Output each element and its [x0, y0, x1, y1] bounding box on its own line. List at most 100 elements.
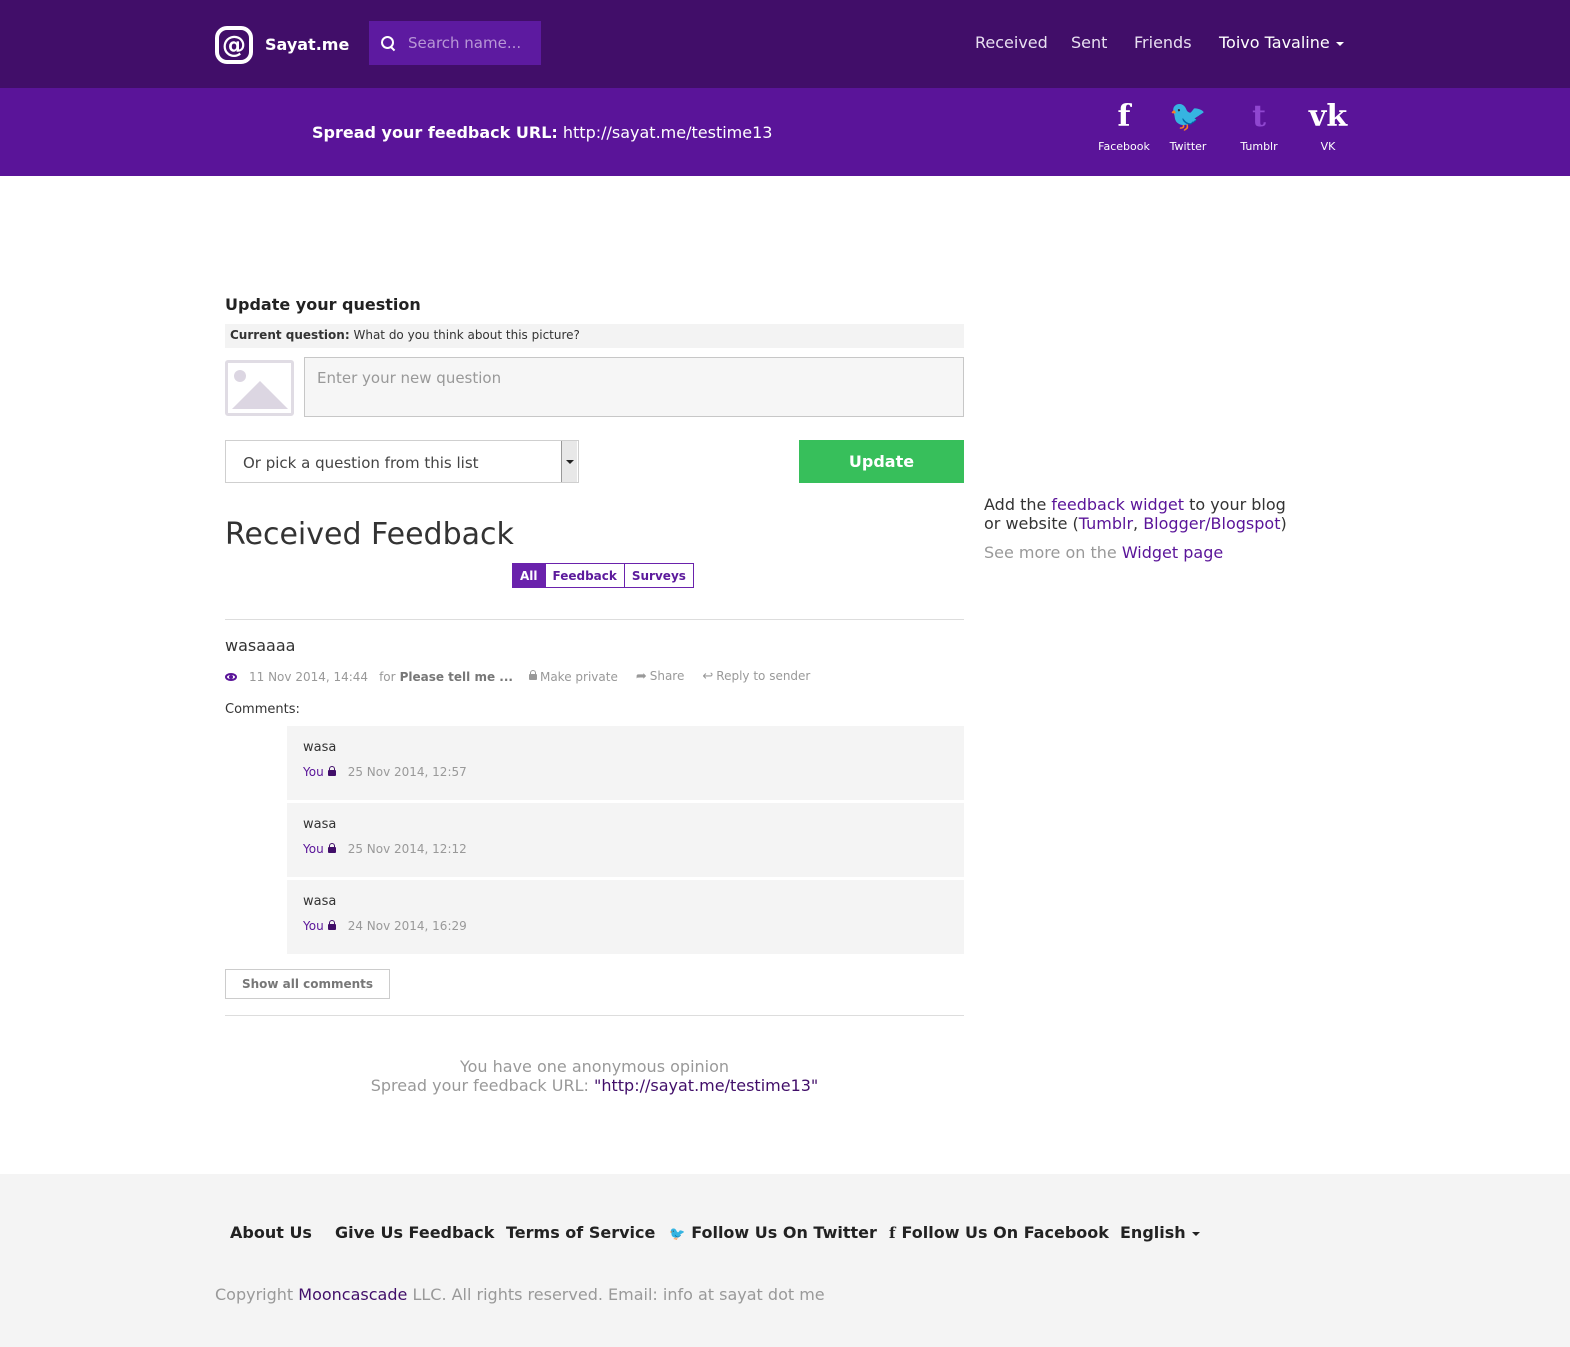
comment-text: wasa [303, 740, 337, 755]
feedback-date: 11 Nov 2014, 14:44 [249, 669, 369, 684]
lock-icon [528, 669, 537, 680]
footer-about-link[interactable]: About Us [230, 1223, 312, 1242]
widget-close-paren: ) [1280, 514, 1287, 533]
share-vk-label: VK [1320, 140, 1336, 153]
spread-url-text: Spread your feedback URL: "http://sayat.… [225, 1076, 964, 1095]
comment-date: 24 Nov 2014, 16:29 [347, 919, 467, 933]
divider [225, 1015, 964, 1016]
received-feedback-title: Received Feedback [225, 517, 514, 552]
comment-meta: You 25 Nov 2014, 12:12 [303, 842, 467, 856]
footer-give-feedback-link[interactable]: Give Us Feedback [335, 1223, 494, 1242]
comment-date: 25 Nov 2014, 12:12 [347, 842, 467, 856]
reply-link[interactable]: ↩ Reply to sender [702, 669, 810, 684]
divider [225, 619, 964, 620]
language-label: English [1120, 1223, 1186, 1242]
logo-text[interactable]: Sayat.me [265, 35, 349, 54]
current-question-label: Current question: [230, 328, 350, 342]
comment-author[interactable]: You [303, 919, 324, 933]
share-vk[interactable]: vk VK [1298, 100, 1358, 154]
comment-meta: You 25 Nov 2014, 12:57 [303, 765, 467, 779]
share-twitter[interactable]: 🐦 Twitter [1158, 100, 1218, 154]
copyright-suffix: LLC. All rights reserved. Email: info at… [412, 1285, 825, 1304]
footer-facebook-label: Follow Us On Facebook [901, 1223, 1109, 1242]
user-name: Toivo Tavaline [1219, 33, 1330, 52]
comment-author[interactable]: You [303, 842, 324, 856]
copyright: Copyright Mooncascade LLC. All rights re… [215, 1285, 825, 1304]
language-selector[interactable]: English [1120, 1223, 1200, 1242]
update-question-title: Update your question [225, 295, 421, 314]
comment-author[interactable]: You [303, 765, 324, 779]
facebook-icon: f [1117, 99, 1131, 134]
company-link[interactable]: Mooncascade [298, 1285, 407, 1304]
widget-comma: , [1133, 514, 1139, 533]
search-icon [381, 36, 395, 50]
reply-label: Reply to sender [716, 669, 811, 683]
question-select-label: Or pick a question from this list [243, 454, 479, 472]
feedback-widget-link[interactable]: feedback widget [1051, 495, 1184, 514]
feedback-meta: 11 Nov 2014, 14:44 for Please tell me ..… [225, 669, 810, 684]
question-select[interactable]: Or pick a question from this list [225, 440, 579, 483]
share-url-label: Spread your feedback URL: [312, 123, 558, 142]
share-twitter-label: Twitter [1169, 140, 1207, 153]
anonymous-opinion-text: You have one anonymous opinion [459, 1057, 730, 1076]
share-label: Share [649, 669, 685, 683]
current-question: Current question: What do you think abou… [225, 324, 964, 348]
twitter-icon: 🐦 [669, 1227, 686, 1242]
for-label: for [379, 669, 396, 684]
search-box [369, 21, 541, 65]
blogger-link[interactable]: Blogger/Blogspot [1143, 514, 1280, 533]
comment-text: wasa [303, 817, 337, 832]
footer-facebook-link[interactable]: f Follow Us On Facebook [889, 1223, 1109, 1242]
caret-down-icon [1335, 41, 1344, 46]
feedback-text: wasaaaa [225, 636, 296, 655]
eye-icon [225, 672, 237, 681]
share-facebook-label: Facebook [1098, 140, 1150, 153]
share-icon: ➦ [635, 669, 647, 684]
nav-received[interactable]: Received [975, 33, 1048, 52]
footer-twitter-link[interactable]: 🐦 Follow Us On Twitter [669, 1223, 877, 1242]
search-input[interactable] [408, 34, 538, 52]
spread-url-link[interactable]: "http://sayat.me/testime13" [594, 1076, 818, 1095]
question-image-icon[interactable] [225, 360, 294, 416]
select-arrow-icon [561, 441, 577, 482]
widget-add-text: Add the [984, 495, 1047, 514]
reply-icon: ↩ [702, 669, 714, 684]
share-tumblr[interactable]: t Tumblr [1229, 100, 1289, 154]
update-button[interactable]: Update [799, 440, 964, 483]
footer-tos-link[interactable]: Terms of Service [506, 1223, 655, 1242]
footer [0, 1174, 1570, 1347]
tumblr-link[interactable]: Tumblr [1079, 514, 1133, 533]
copyright-prefix: Copyright [215, 1285, 294, 1304]
widget-page-link[interactable]: Widget page [1122, 543, 1223, 562]
share-link[interactable]: ➦ Share [636, 669, 685, 684]
comment-meta: You 24 Nov 2014, 16:29 [303, 919, 467, 933]
share-facebook[interactable]: f Facebook [1094, 99, 1154, 154]
widget-page-promo: See more on the Widget page [984, 543, 1223, 562]
share-url-text: Spread your feedback URL: http://sayat.m… [312, 123, 772, 142]
sayat-logo-icon[interactable]: @ [215, 26, 253, 64]
facebook-icon: f [889, 1224, 896, 1242]
show-all-comments-button[interactable]: Show all comments [225, 969, 390, 999]
see-more-text: See more on the [984, 543, 1117, 562]
lock-icon [327, 766, 336, 776]
current-question-value: What do you think about this picture? [353, 328, 580, 342]
comment-item: wasa You 25 Nov 2014, 12:12 [287, 803, 964, 877]
footer-twitter-label: Follow Us On Twitter [691, 1223, 877, 1242]
nav-sent[interactable]: Sent [1071, 33, 1107, 52]
make-private-link[interactable]: Make private [528, 669, 618, 684]
widget-promo: Add the feedback widget to your blog or … [984, 495, 1304, 533]
lock-icon [327, 843, 336, 853]
filter-all[interactable]: All [513, 564, 545, 587]
share-url-value[interactable]: http://sayat.me/testime13 [563, 123, 773, 142]
filter-feedback[interactable]: Feedback [544, 564, 624, 587]
for-question[interactable]: Please tell me ... [400, 670, 513, 684]
user-menu[interactable]: Toivo Tavaline [1219, 33, 1344, 52]
share-tumblr-label: Tumblr [1240, 140, 1278, 153]
make-private-label: Make private [539, 669, 618, 684]
comment-date: 25 Nov 2014, 12:57 [347, 765, 467, 779]
spread-url-prefix: Spread your feedback URL: [370, 1076, 589, 1095]
nav-friends[interactable]: Friends [1134, 33, 1192, 52]
filter-surveys[interactable]: Surveys [623, 564, 693, 587]
new-question-input[interactable] [304, 357, 964, 417]
comment-text: wasa [303, 894, 337, 909]
